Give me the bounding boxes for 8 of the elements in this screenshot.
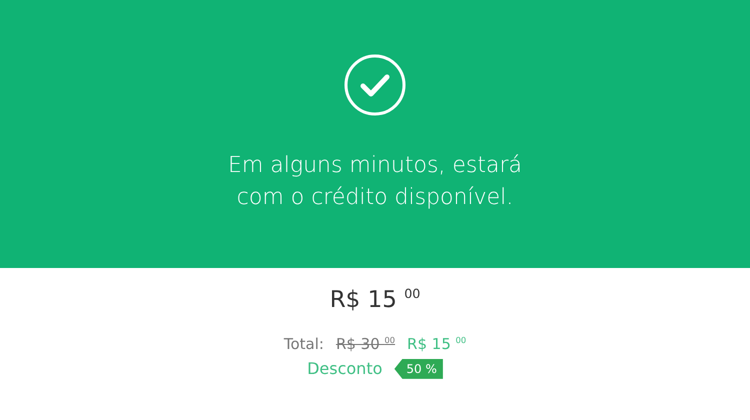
checkmark-circle-icon xyxy=(344,54,406,116)
original-price: R$ 30 $^{00}$ xyxy=(336,334,396,353)
success-message: Em alguns minutos, estará com o crédito disponível. xyxy=(226,152,524,212)
price: R$ 15 $^{00}$ xyxy=(330,286,420,313)
final-price: R$ 15 $^{00}$ xyxy=(407,334,466,353)
discount-label: Desconto xyxy=(307,359,382,378)
discount-badge: 50 % xyxy=(394,358,443,379)
total-label: Total: xyxy=(284,334,324,353)
